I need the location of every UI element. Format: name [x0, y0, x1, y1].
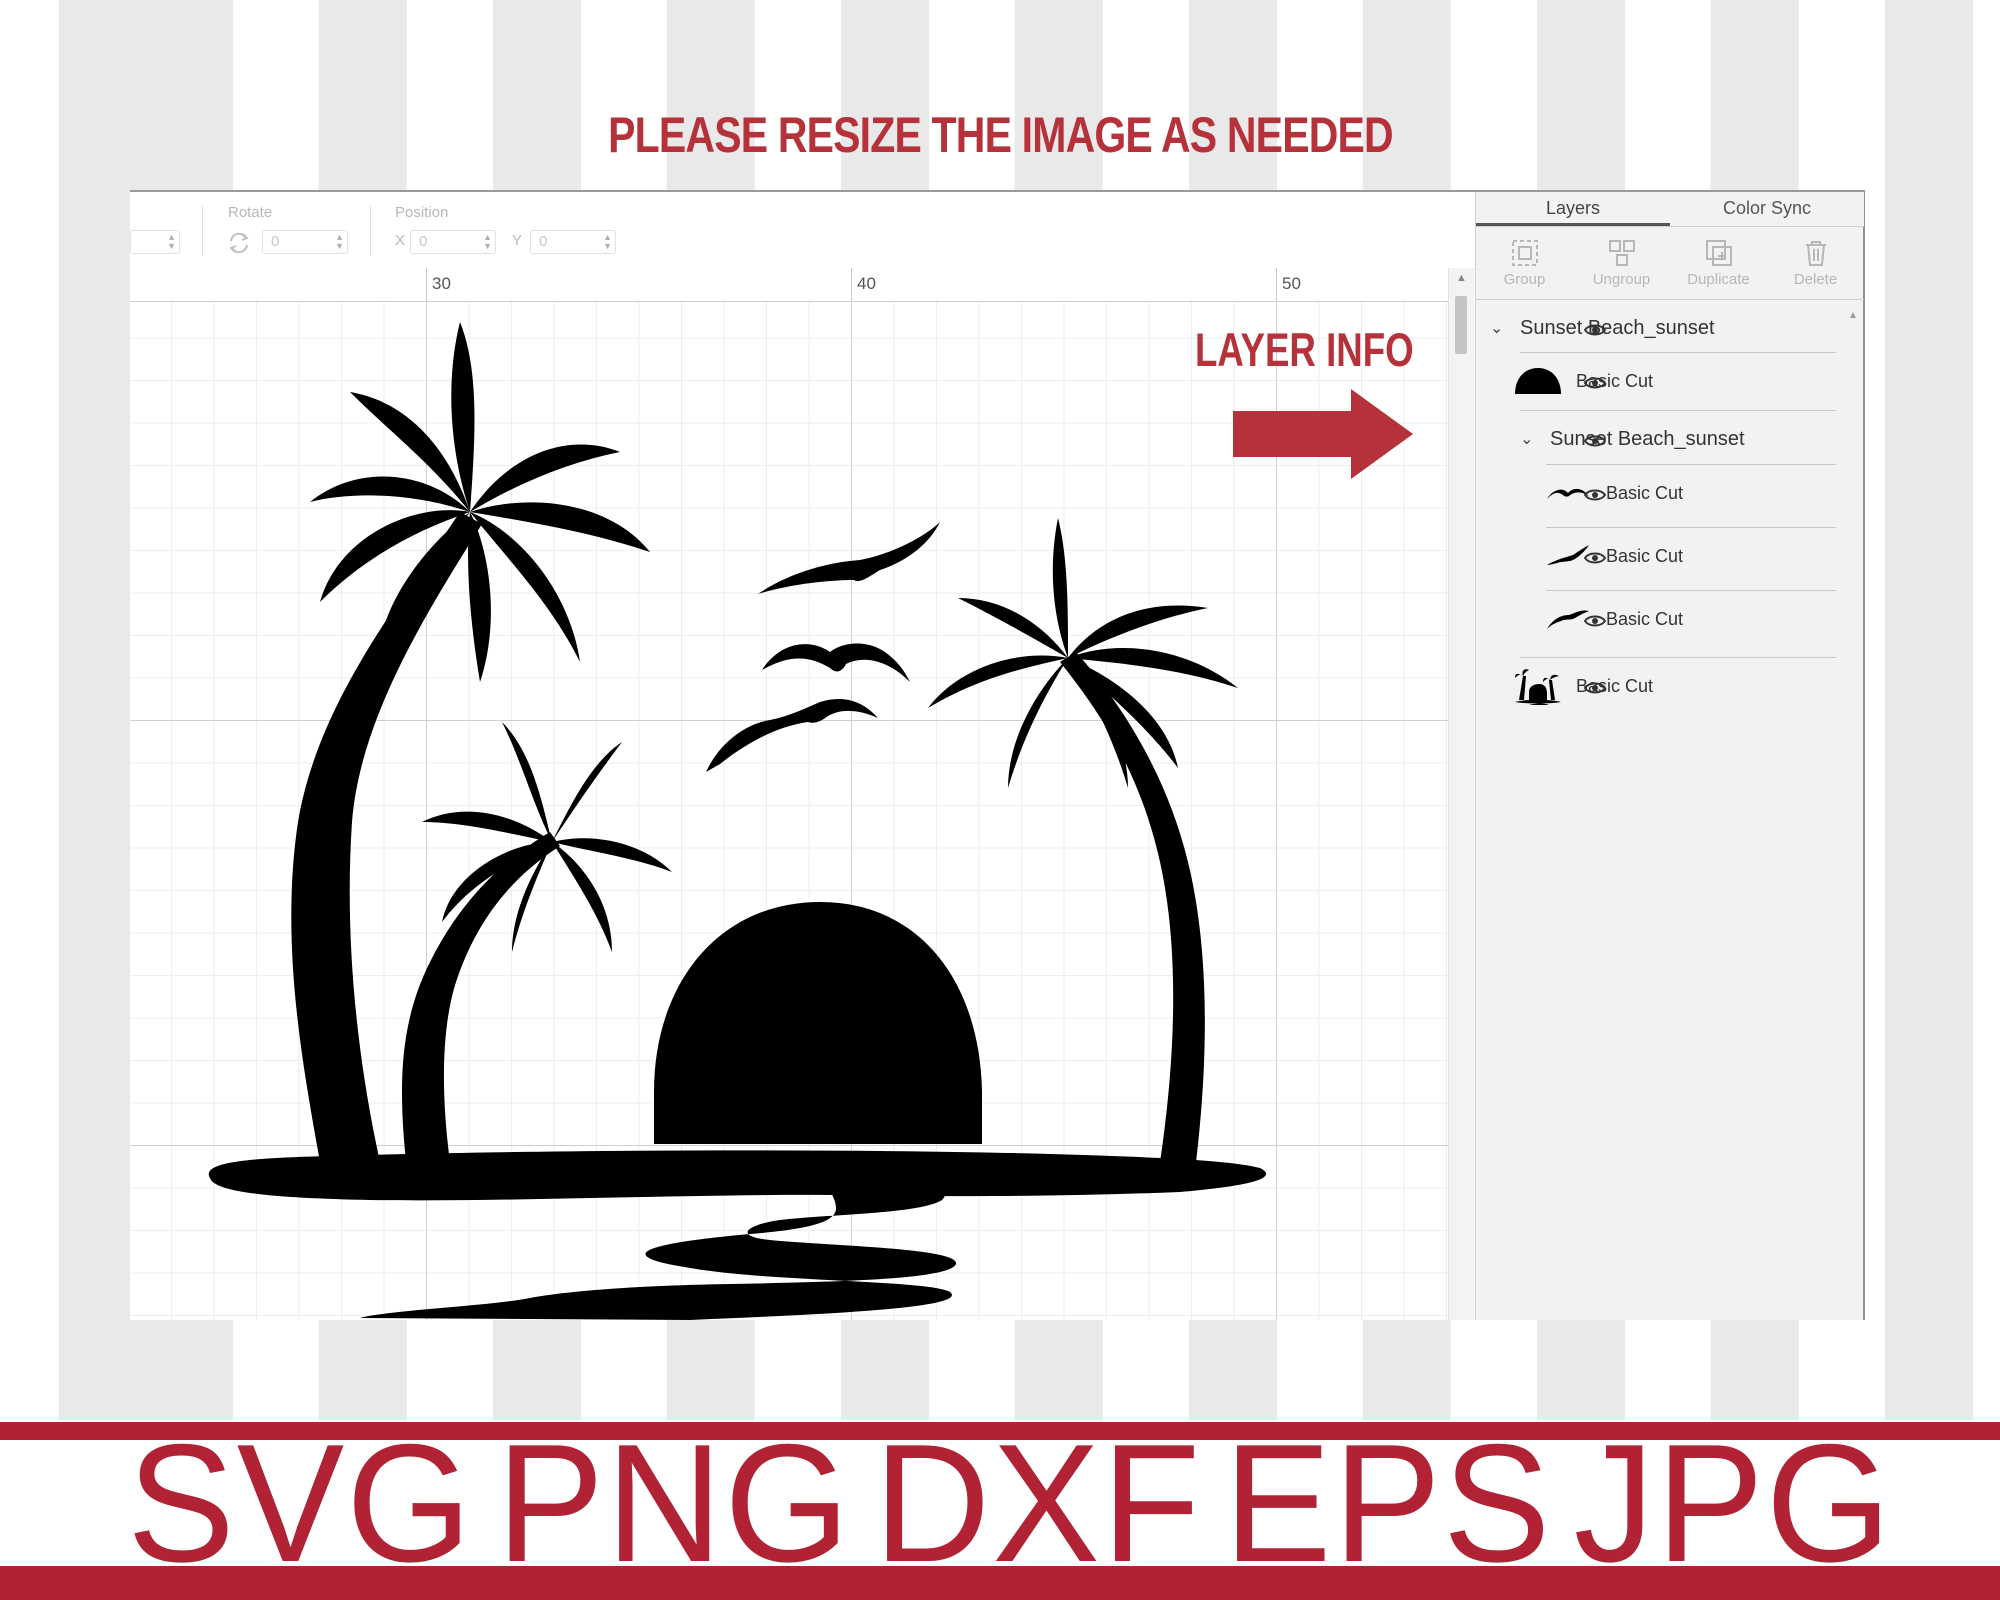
group-button[interactable]: Group [1476, 227, 1573, 299]
eye-icon[interactable] [1584, 322, 1606, 338]
layer-divider [1546, 527, 1836, 528]
duplicate-icon [1705, 240, 1732, 266]
format-svg: SVG [127, 1409, 474, 1597]
eye-icon[interactable] [1584, 550, 1606, 566]
layer-group-name: Sunset Beach_sunset [1520, 316, 1715, 339]
eye-icon[interactable] [1584, 433, 1606, 449]
eye-icon[interactable] [1584, 487, 1606, 503]
horizontal-ruler: 30 40 50 [130, 268, 1448, 302]
layer-actions: Group Ungroup Duplicate Delete [1476, 227, 1864, 300]
format-png: PNG [496, 1409, 852, 1597]
ruler-tick [426, 268, 427, 301]
design-app-window: ▲ ▼ Rotate 0 ▲ ▼ Position X 0 ▲ ▼ Y 0 ▲ ▼ 30 40… [130, 190, 1865, 1320]
x-position-input[interactable]: 0 ▲ ▼ [410, 230, 496, 254]
ruler-mark: 40 [857, 274, 876, 293]
group-label: Group [1503, 271, 1546, 288]
scroll-up-icon[interactable]: ▲ [1456, 272, 1467, 284]
panel-scroll-up-icon[interactable]: ▲ [1848, 310, 1858, 321]
layer-divider [1520, 352, 1836, 353]
layer-divider [1520, 410, 1836, 411]
rotate-icon[interactable] [226, 230, 252, 256]
panel-tabs: Layers Color Sync [1476, 192, 1864, 227]
layer-thumbnail [1514, 361, 1562, 401]
toolbar-divider [370, 206, 371, 256]
file-formats: SVG PNG DXF EPS JPG [120, 1409, 1900, 1597]
position-label: Position [395, 204, 449, 221]
layer-item-label: Basic Cut [1606, 545, 1684, 566]
banner-text: PLEASE RESIZE THE IMAGE AS NEEDED [607, 107, 1394, 163]
palm-fronds-right [928, 518, 1238, 788]
layer-item-bird-1[interactable]: Basic Cut [1544, 468, 1683, 518]
palm-trunk-left [291, 512, 482, 1162]
group-icon [1511, 240, 1538, 266]
seagull-top [758, 522, 940, 594]
format-eps: EPS [1223, 1409, 1553, 1597]
duplicate-label: Duplicate [1687, 271, 1750, 288]
tab-layers[interactable]: Layers [1476, 192, 1670, 226]
size-stepper[interactable]: ▲ ▼ [130, 230, 180, 254]
eye-icon[interactable] [1584, 680, 1606, 696]
layer-divider [1520, 657, 1836, 658]
scrollbar-thumb[interactable] [1455, 296, 1467, 354]
ungroup-button[interactable]: Ungroup [1573, 227, 1670, 299]
arrow-right-icon [1233, 389, 1413, 479]
layer-group-sunset-beach-nested[interactable]: ⌄ Sunset Beach_sunset [1520, 414, 1745, 464]
delete-label: Delete [1793, 271, 1838, 288]
palm-trunk-right [1060, 652, 1205, 1162]
ungroup-label: Ungroup [1592, 271, 1651, 288]
ruler-mark: 30 [432, 274, 451, 293]
y-position-input[interactable]: 0 ▲ ▼ [530, 230, 616, 254]
eye-icon[interactable] [1584, 613, 1606, 629]
chevron-down-icon[interactable]: ⌄ [1490, 318, 1512, 338]
format-jpg: JPG [1573, 1409, 1894, 1597]
layer-info-annotation: LAYER INFO [1195, 323, 1414, 376]
y-label: Y [512, 232, 523, 249]
seagull-middle [762, 643, 910, 682]
layer-divider [1546, 464, 1836, 465]
resize-banner: PLEASE RESIZE THE IMAGE AS NEEDED [540, 95, 1460, 175]
ruler-tick [851, 268, 852, 301]
layer-group-name: Sunset Beach_sunset [1550, 427, 1745, 450]
chevron-down-icon[interactable]: ⌄ [1520, 429, 1542, 449]
toolbar-divider [202, 206, 203, 256]
layer-item-bird-3[interactable]: Basic Cut [1544, 594, 1683, 644]
rotate-input[interactable]: 0 ▲ ▼ [262, 230, 348, 254]
rotate-label: Rotate [228, 204, 273, 221]
layer-item-label: Basic Cut [1606, 608, 1684, 629]
water-reflection [360, 1184, 957, 1320]
x-label: X [395, 232, 406, 249]
palm-fronds-left [310, 322, 650, 682]
tab-color-sync[interactable]: Color Sync [1670, 192, 1864, 226]
eye-icon[interactable] [1584, 375, 1606, 391]
ruler-tick [1276, 268, 1277, 301]
duplicate-button[interactable]: Duplicate [1670, 227, 1767, 299]
layer-thumbnail [1514, 666, 1562, 706]
layer-divider [1546, 590, 1836, 591]
edit-toolbar: ▲ ▼ Rotate 0 ▲ ▼ Position X 0 ▲ ▼ Y 0 ▲ ▼ [130, 192, 1475, 269]
canvas-scrollbar[interactable]: ▲ [1448, 268, 1474, 1320]
ungroup-icon [1608, 240, 1635, 266]
seagull-bottom [706, 699, 878, 772]
trash-icon [1805, 241, 1826, 266]
sunset-sun [654, 902, 982, 1144]
delete-button[interactable]: Delete [1767, 227, 1864, 299]
format-dxf: DXF [873, 1409, 1203, 1597]
layer-item-label: Basic Cut [1606, 482, 1684, 503]
layer-item-bird-2[interactable]: Basic Cut [1544, 531, 1683, 581]
ruler-mark: 50 [1282, 274, 1301, 293]
